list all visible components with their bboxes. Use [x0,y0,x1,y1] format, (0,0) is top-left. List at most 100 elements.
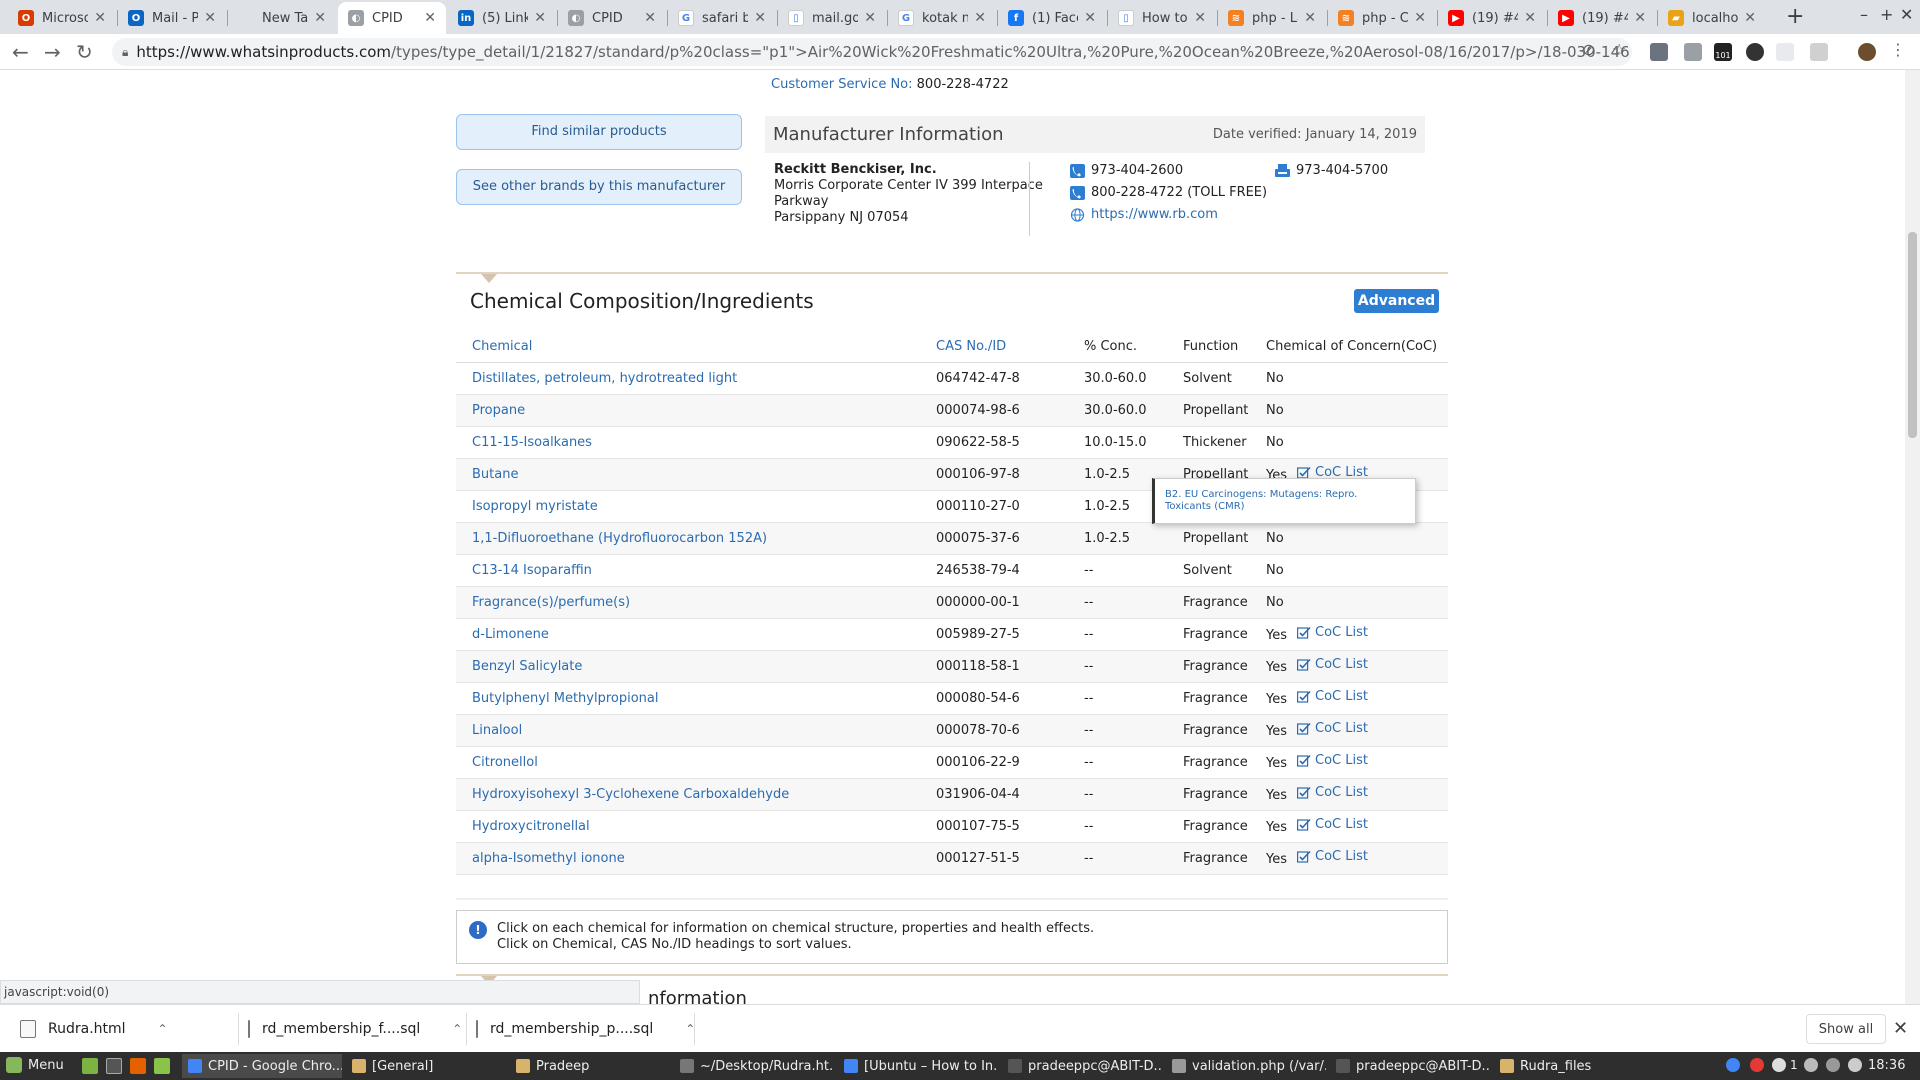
profile-avatar[interactable] [1858,43,1876,61]
tab-close-icon[interactable]: ✕ [974,10,986,26]
chemical-name-link[interactable]: alpha-Isomethyl ionone [456,842,920,875]
taskbar-window-item[interactable]: pradeeppc@ABIT-D... [1002,1054,1162,1078]
browser-tab[interactable]: ◐ CPID ✕ [558,2,666,34]
tab-close-icon[interactable]: ✕ [1304,10,1316,26]
browser-tab[interactable]: Gkotak net ✕ [888,2,996,34]
taskbar-window-item[interactable]: [General] [346,1054,506,1078]
extension-badge-icon[interactable]: 101 [1714,43,1732,61]
extension-download-icon[interactable] [1684,43,1702,61]
extension-code-icon[interactable] [1776,43,1794,61]
tab-close-icon[interactable]: ✕ [644,10,656,26]
firefox-icon[interactable] [130,1058,146,1074]
forward-arrow-icon[interactable]: → [44,40,61,64]
download-options-chevron-icon[interactable]: ⌃ [158,1022,168,1036]
shield-tray-icon[interactable] [1750,1058,1764,1072]
find-similar-products-button[interactable]: Find similar products [456,114,742,150]
tab-close-icon[interactable]: ✕ [1634,10,1646,26]
chemical-name-link[interactable]: Propane [456,394,920,427]
chrome-tray-icon[interactable] [1726,1058,1740,1072]
chemical-name-link[interactable]: Citronellol [456,746,920,779]
taskbar-window-item[interactable]: validation.php (/var/... [1166,1054,1326,1078]
download-options-chevron-icon[interactable]: ⌃ [452,1022,462,1036]
browser-tab[interactable]: ≋ php - Cu ✕ [1328,2,1436,34]
browser-tab[interactable]: O Mail - Pradeep ✕ [118,2,226,34]
chemical-name-link[interactable]: Butylphenyl Methylpropional [456,682,920,715]
sort-cas-header[interactable]: CAS No./ID [920,332,1068,363]
taskbar-window-item[interactable]: [Ubuntu – How to In... [838,1054,998,1078]
browser-tab[interactable]: ▶ (19) #4 ✕ [1438,2,1546,34]
tab-close-icon[interactable]: ✕ [1084,10,1096,26]
tab-close-icon[interactable]: ✕ [424,10,436,26]
network-tray-icon[interactable] [1826,1058,1840,1072]
taskbar-window-item[interactable]: pradeeppc@ABIT-D... [1330,1054,1490,1078]
show-all-downloads-button[interactable]: Show all [1806,1014,1886,1044]
terminal-icon[interactable] [106,1058,122,1074]
browser-tab[interactable]: ▯ mail.google.com ✕ [778,2,886,34]
taskbar-window-item[interactable]: ~/Desktop/Rudra.ht... [674,1054,834,1078]
chemical-name-link[interactable]: Fragrance(s)/perfume(s) [456,586,920,619]
browser-tab[interactable]: ≋ php - Laravel ✕ [1218,2,1326,34]
tab-close-icon[interactable]: ✕ [754,10,766,26]
tab-close-icon[interactable]: ✕ [94,10,106,26]
brightness-tray-icon[interactable] [1848,1058,1862,1072]
chemical-name-link[interactable]: d-Limonene [456,618,920,651]
close-shelf-icon[interactable]: ✕ [1893,1018,1908,1039]
minimize-icon[interactable]: – [1860,5,1868,24]
tab-close-icon[interactable]: ✕ [1744,10,1756,26]
chemical-name-link[interactable]: Benzyl Salicylate [456,650,920,683]
browser-tab[interactable]: f (1) Facebook ✕ [998,2,1106,34]
download-item[interactable]: Rudra.html ⌃ [20,1005,232,1053]
tab-close-icon[interactable]: ✕ [864,10,876,26]
extension-shield-icon[interactable] [1650,43,1668,61]
chemical-name-link[interactable]: 1,1-Difluoroethane (Hydrofluorocarbon 15… [456,522,920,555]
browser-tab[interactable]: Gsafari browser ✕ [668,2,776,34]
browser-tab[interactable]: ▶ (19) #4 ✕ [1548,2,1656,34]
back-arrow-icon[interactable]: ← [12,40,29,64]
reload-icon[interactable]: ↻ [76,40,93,64]
chemical-name-link[interactable]: Butane [456,458,920,491]
download-item[interactable]: rd_membership_p....sql ⌃ [476,1005,695,1053]
browser-tab[interactable]: New Tab ✕ [228,2,336,34]
website-link[interactable]: https://www.rb.com [1091,207,1218,222]
advanced-button[interactable]: Advanced [1354,289,1439,313]
address-bar[interactable]: 🔒︎ https://www.whatsinproducts.com/types… [112,38,1632,66]
chemical-name-link[interactable]: C13-14 Isoparaffin [456,554,920,587]
close-window-icon[interactable]: ✕ [1900,5,1913,24]
tab-close-icon[interactable]: ✕ [1414,10,1426,26]
tab-close-icon[interactable]: ✕ [1524,10,1536,26]
show-desktop-icon[interactable] [82,1058,98,1074]
scrollbar-thumb[interactable] [1908,232,1917,438]
coc-list-link[interactable]: CoC List [1297,657,1368,672]
extension-puzzle-icon[interactable] [1810,43,1828,61]
browser-tab[interactable]: ▰ localhost ✕ [1658,2,1766,34]
chemical-name-link[interactable]: C11-15-Isoalkanes [456,426,920,459]
extension-circle-icon[interactable] [1746,43,1764,61]
tab-close-icon[interactable]: ✕ [204,10,216,26]
tab-close-icon[interactable]: ✕ [1194,10,1206,26]
browser-tab[interactable]: ▯ How to ✕ [1108,2,1216,34]
taskbar-window-item[interactable]: CPID - Google Chro... [182,1054,342,1078]
tab-close-icon[interactable]: ✕ [314,10,326,26]
download-item[interactable]: rd_membership_f....sql ⌃ [248,1005,462,1053]
coc-list-link[interactable]: CoC List [1297,753,1368,768]
taskbar-window-item[interactable]: Pradeep [510,1054,670,1078]
chemical-name-link[interactable]: Hydroxyisohexyl 3-Cyclohexene Carboxalde… [456,778,920,811]
notification-tray-icon[interactable] [1772,1058,1786,1072]
maximize-icon[interactable]: + [1880,5,1893,24]
other-brands-button[interactable]: See other brands by this manufacturer [456,169,742,205]
taskbar-window-item[interactable]: Rudra_files [1494,1054,1654,1078]
bookmark-star-icon[interactable]: ☆ [1612,40,1626,59]
coc-list-link[interactable]: CoC List [1297,849,1368,864]
chemical-name-link[interactable]: Hydroxycitronellal [456,810,920,843]
browser-tab[interactable]: in (5) LinkedIn ✕ [448,2,556,34]
browser-tab[interactable]: ◐ CPID ✕ [338,2,446,34]
browser-tab[interactable]: O Microsoft Office Home ✕ [8,2,116,34]
coc-list-link[interactable]: CoC List [1297,625,1368,640]
coc-list-link[interactable]: CoC List [1297,785,1368,800]
new-tab-button[interactable]: + [1786,4,1804,29]
chemical-name-link[interactable]: Isopropyl myristate [456,490,920,523]
coc-list-link[interactable]: CoC List [1297,817,1368,832]
sort-chemical-header[interactable]: Chemical [456,332,920,363]
page-scrollbar[interactable] [1905,70,1920,1004]
coc-list-link[interactable]: CoC List [1297,689,1368,704]
